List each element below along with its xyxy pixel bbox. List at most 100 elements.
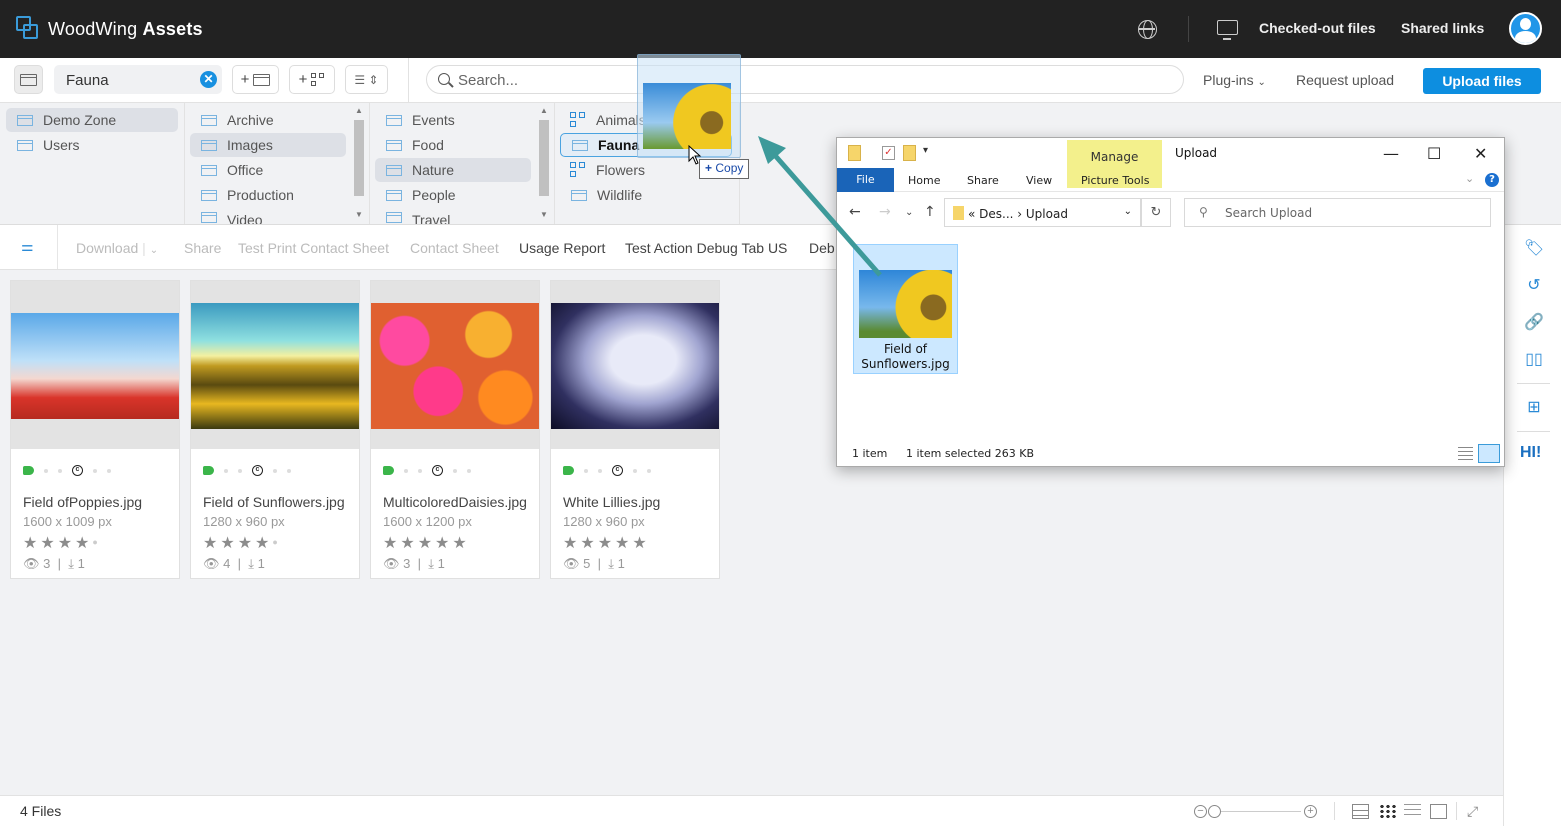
add-collection-button[interactable]: + bbox=[289, 65, 335, 94]
minimize-button[interactable]: — bbox=[1383, 144, 1399, 163]
checked-out-files-link[interactable]: Checked-out files bbox=[1259, 20, 1376, 36]
folder-icon bbox=[253, 73, 271, 86]
zoom-slider-handle[interactable] bbox=[1208, 805, 1221, 818]
scrollbar[interactable]: ▲ ▼ bbox=[538, 106, 550, 224]
request-upload-link[interactable]: Request upload bbox=[1296, 72, 1394, 88]
user-avatar-icon[interactable] bbox=[1509, 12, 1542, 45]
grid-view-icon[interactable] bbox=[1379, 804, 1396, 819]
large-icons-view-icon[interactable] bbox=[1478, 444, 1500, 463]
star-rating[interactable]: ★★★★★ bbox=[563, 533, 650, 553]
scroll-thumb[interactable] bbox=[539, 120, 549, 196]
annotation-arrow bbox=[758, 136, 882, 277]
asset-card[interactable]: c Field of Sunflowers.jpg 1280 x 960 px … bbox=[190, 280, 360, 579]
attachment-icon[interactable]: 🔗 bbox=[1523, 312, 1545, 334]
asset-thumbnail[interactable] bbox=[11, 281, 179, 449]
expand-ribbon-icon[interactable]: ⌄ bbox=[1465, 172, 1474, 185]
star-rating[interactable]: ★★★★● bbox=[23, 533, 101, 553]
download-button[interactable]: Download | ⌄ bbox=[76, 240, 158, 256]
globe-icon[interactable] bbox=[1138, 20, 1157, 39]
zoom-track[interactable] bbox=[1221, 811, 1301, 812]
folder-item-images[interactable]: Images bbox=[190, 133, 346, 157]
search-input[interactable]: Search... bbox=[426, 65, 1184, 94]
recent-dropdown-icon[interactable]: ⌄ bbox=[905, 207, 913, 218]
tab-picture-tools[interactable]: Picture Tools bbox=[1081, 174, 1149, 187]
breadcrumb[interactable]: Fauna ✕ bbox=[54, 65, 222, 94]
folder-item-video[interactable]: Video bbox=[190, 208, 346, 224]
folder-item-wildlife[interactable]: Wildlife bbox=[560, 183, 732, 207]
asset-card[interactable]: c Field ofPoppies.jpg 1600 x 1009 px ★★★… bbox=[10, 280, 180, 579]
filter-toggle-button[interactable]: ⚌ bbox=[0, 225, 58, 269]
list-view-icon[interactable] bbox=[1404, 804, 1421, 819]
asset-card[interactable]: c White Lillies.jpg 1280 x 960 px ★★★★★ … bbox=[550, 280, 720, 579]
chevron-down-icon[interactable]: ⌄ bbox=[150, 245, 158, 256]
asset-card[interactable]: c MulticoloredDaisies.jpg 1600 x 1200 px… bbox=[370, 280, 540, 579]
asset-thumbnail[interactable] bbox=[371, 281, 539, 449]
asset-thumbnail[interactable] bbox=[191, 281, 359, 449]
folder-item-users[interactable]: Users bbox=[6, 133, 178, 157]
monitor-check-icon[interactable] bbox=[1217, 20, 1238, 40]
scroll-thumb[interactable] bbox=[354, 120, 364, 196]
scroll-down-icon[interactable]: ▼ bbox=[540, 210, 548, 219]
zoom-out-icon[interactable]: − bbox=[1194, 805, 1207, 818]
usage-report-button[interactable]: Usage Report bbox=[519, 240, 605, 256]
zoom-slider[interactable]: − + bbox=[1194, 805, 1317, 819]
folder-item-travel[interactable]: Travel bbox=[375, 208, 531, 224]
folder-item-people[interactable]: People bbox=[375, 183, 531, 207]
download-count: 1 bbox=[257, 556, 265, 571]
asset-name: MulticoloredDaisies.jpg bbox=[383, 494, 527, 510]
star-rating[interactable]: ★★★★● bbox=[203, 533, 281, 553]
folder-item-events[interactable]: Events bbox=[375, 108, 531, 132]
woodwing-logo-icon bbox=[16, 16, 40, 42]
tag-icon[interactable]: 🏷 bbox=[1523, 238, 1545, 260]
history-icon[interactable]: ↺ bbox=[1523, 275, 1545, 297]
help-icon[interactable]: ? bbox=[1485, 173, 1499, 187]
add-folder-button[interactable]: + bbox=[232, 65, 279, 94]
explorer-search-input[interactable]: ⚲ Search Upload bbox=[1184, 198, 1491, 227]
folder-item-archive[interactable]: Archive bbox=[190, 108, 346, 132]
dot bbox=[224, 468, 228, 473]
scroll-up-icon[interactable]: ▲ bbox=[355, 106, 363, 115]
add-to-collection-icon[interactable]: ⊞ bbox=[1523, 397, 1545, 419]
tab-view[interactable]: View bbox=[1026, 174, 1052, 187]
dot bbox=[633, 468, 637, 473]
preview-view-icon[interactable] bbox=[1430, 804, 1447, 819]
folder-item-food[interactable]: Food bbox=[375, 133, 531, 157]
chevron-down-icon[interactable]: ⌄ bbox=[1124, 206, 1132, 217]
up-arrow-icon[interactable]: ↑ bbox=[924, 204, 936, 220]
maximize-button[interactable]: ☐ bbox=[1427, 144, 1441, 163]
refresh-button[interactable]: ↻ bbox=[1141, 198, 1171, 227]
folder-item-demo-zone[interactable]: Demo Zone bbox=[6, 108, 178, 132]
asset-thumbnail[interactable] bbox=[551, 281, 719, 449]
close-button[interactable]: ✕ bbox=[1474, 144, 1487, 163]
fullscreen-icon[interactable]: ⤢ bbox=[1467, 804, 1484, 819]
tag-icon bbox=[203, 466, 214, 475]
details-view-icon[interactable] bbox=[1458, 447, 1473, 460]
share-button[interactable]: Share bbox=[184, 240, 221, 256]
new-folder-icon[interactable] bbox=[903, 145, 916, 161]
quick-access-dropdown-icon[interactable]: ▾ bbox=[923, 145, 928, 156]
view-count: 4 bbox=[223, 556, 231, 571]
toggle-folders-button[interactable] bbox=[14, 65, 43, 94]
scroll-up-icon[interactable]: ▲ bbox=[540, 106, 548, 115]
hi-icon[interactable]: HI! bbox=[1520, 444, 1541, 462]
shared-links-link[interactable]: Shared links bbox=[1401, 20, 1484, 36]
folder-item-nature[interactable]: Nature bbox=[375, 158, 531, 182]
folder-label: Fauna bbox=[598, 137, 640, 153]
compare-icon[interactable]: ▯▯ bbox=[1523, 349, 1545, 371]
upload-files-button[interactable]: Upload files bbox=[1423, 68, 1541, 94]
scroll-down-icon[interactable]: ▼ bbox=[355, 210, 363, 219]
address-bar[interactable]: « Des... › Upload ⌄ bbox=[944, 198, 1141, 227]
plugins-dropdown[interactable]: Plug-ins ⌄ bbox=[1203, 72, 1266, 88]
sort-button[interactable]: ☰ ⇕ bbox=[345, 65, 388, 94]
tab-home[interactable]: Home bbox=[908, 174, 940, 187]
clear-icon[interactable]: ✕ bbox=[200, 71, 217, 88]
star-rating[interactable]: ★★★★★ bbox=[383, 533, 470, 553]
scrollbar[interactable]: ▲ ▼ bbox=[353, 106, 365, 224]
test-print-contact-sheet-button[interactable]: Test Print Contact Sheet bbox=[238, 240, 389, 256]
folder-item-production[interactable]: Production bbox=[190, 183, 346, 207]
tab-share[interactable]: Share bbox=[967, 174, 999, 187]
masonry-view-icon[interactable] bbox=[1352, 804, 1369, 819]
contact-sheet-button[interactable]: Contact Sheet bbox=[410, 240, 499, 256]
folder-item-office[interactable]: Office bbox=[190, 158, 346, 182]
zoom-in-icon[interactable]: + bbox=[1304, 805, 1317, 818]
